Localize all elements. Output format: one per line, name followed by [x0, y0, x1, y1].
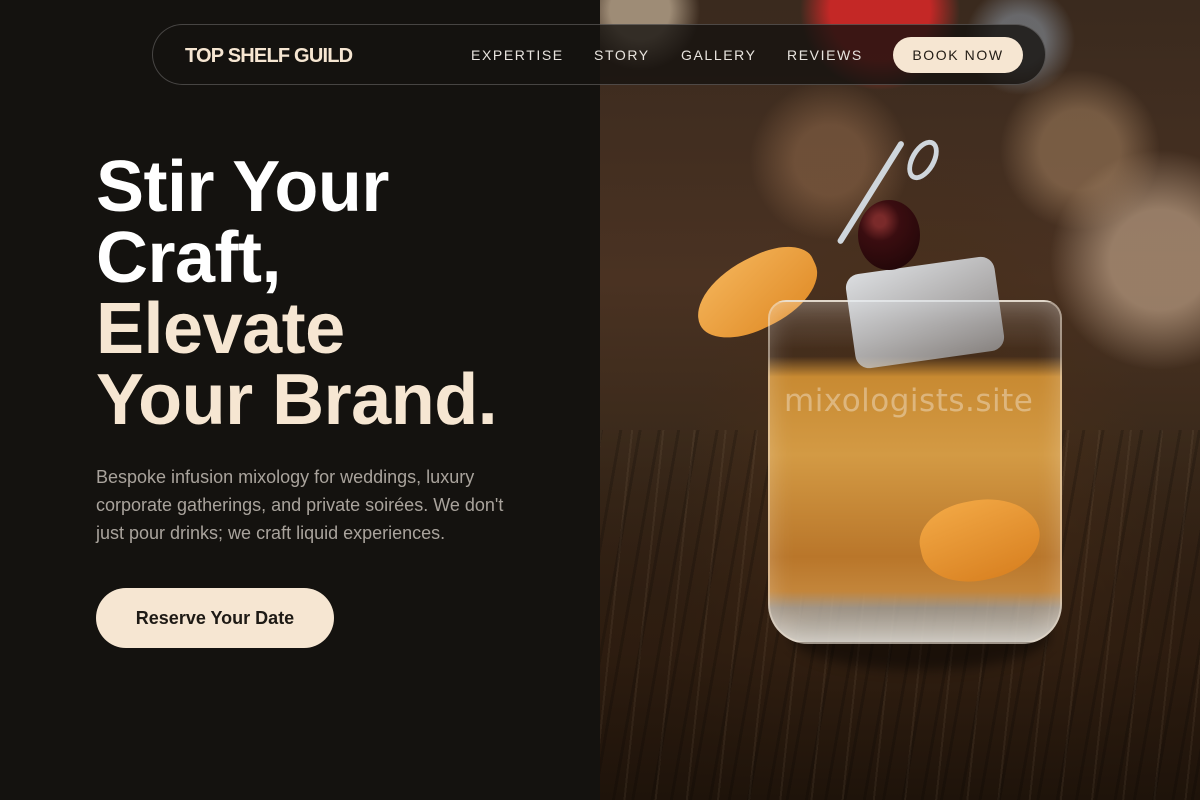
- reserve-date-button[interactable]: Reserve Your Date: [96, 588, 334, 648]
- nav-link-gallery[interactable]: GALLERY: [681, 47, 757, 63]
- headline-line-1: Stir Your: [96, 147, 389, 227]
- headline-line-3: Elevate: [96, 289, 345, 369]
- brand-logo[interactable]: TOP SHELF GUILD: [185, 45, 353, 68]
- headline-line-2: Craft,: [96, 218, 282, 298]
- nav-link-story[interactable]: STORY: [594, 47, 650, 63]
- cherry-garnish: [858, 200, 920, 270]
- watermark-text: mixologists.site: [784, 383, 1034, 419]
- hero-headline: Stir Your Craft, Elevate Your Brand.: [96, 147, 498, 440]
- nav-link-reviews[interactable]: REVIEWS: [787, 47, 863, 63]
- headline-line-4: Your Brand.: [96, 360, 498, 440]
- cocktail-photo: mixologists.site: [600, 0, 1200, 800]
- book-now-button[interactable]: BOOK NOW: [893, 37, 1023, 73]
- hero-subtitle: Bespoke infusion mixology for weddings, …: [96, 467, 504, 543]
- top-navbar: TOP SHELF GUILD EXPERTISE STORY GALLERY …: [152, 24, 1046, 85]
- cocktail-pick-loop: [900, 134, 946, 186]
- hero-text-panel: Stir Your Craft, Elevate Your Brand. Bes…: [0, 0, 600, 800]
- nav-link-expertise[interactable]: EXPERTISE: [471, 47, 564, 63]
